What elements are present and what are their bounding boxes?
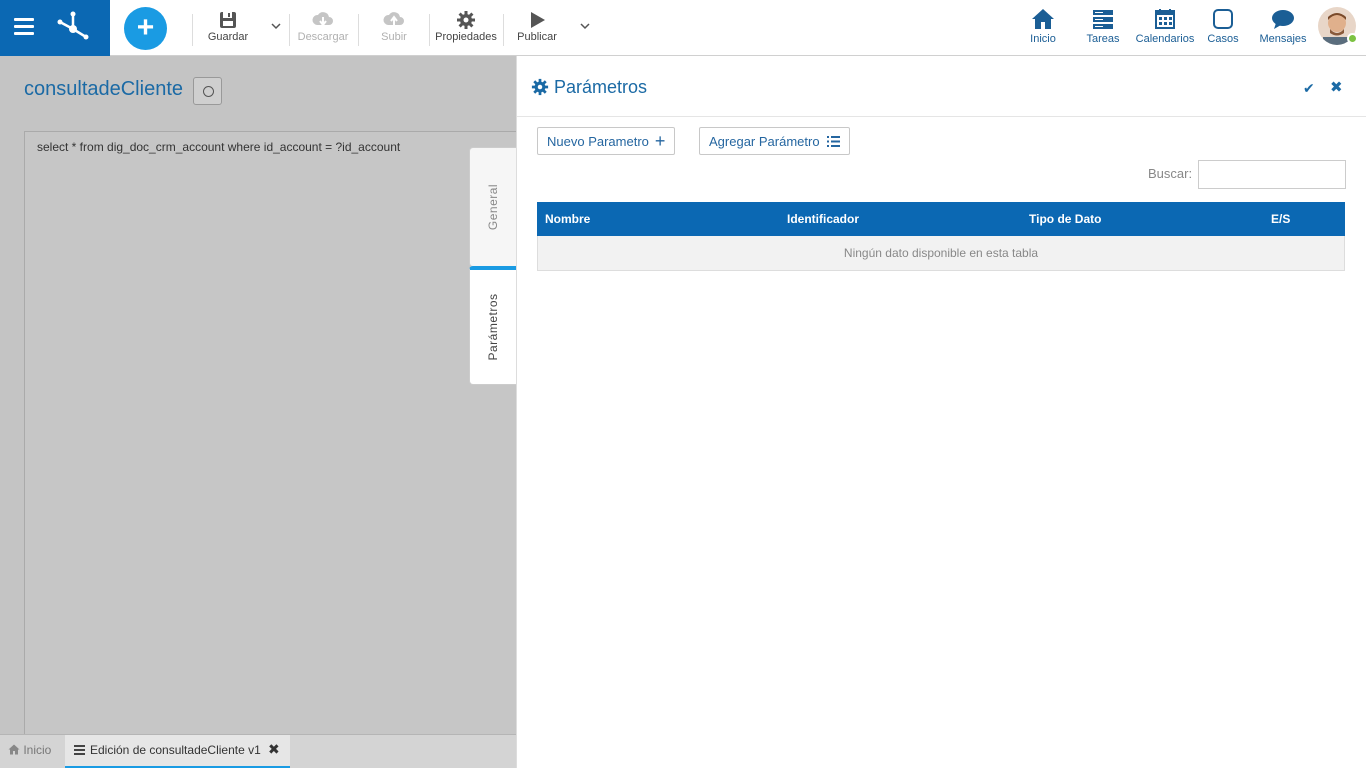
tasks-icon [1093, 10, 1113, 29]
empty-table-message: Ningún dato disponible en esta tabla [843, 246, 1039, 260]
close-tab-icon[interactable]: ✖ [268, 741, 280, 758]
parameters-table: Nombre Identificador Tipo de Dato E/S Ni… [537, 202, 1345, 271]
nav-casos-label: Casos [1207, 33, 1239, 45]
nav-inicio-label: Inicio [1030, 33, 1056, 45]
close-icon[interactable]: ✖ [1330, 78, 1343, 96]
subir-button[interactable]: Subir [375, 9, 413, 49]
query-editor[interactable]: select * from dig_doc_crm_account where … [24, 131, 516, 736]
nuevo-parametro-button[interactable]: Nuevo Parametro + [537, 127, 676, 155]
nav-calendarios-label: Calendarios [1135, 33, 1195, 45]
bottom-tab-edit[interactable]: Edición de consultadeCliente v1 ✖ [65, 735, 290, 768]
guardar-button[interactable]: Guardar [205, 9, 251, 49]
guardar-label: Guardar [207, 31, 249, 43]
nav-tareas-label: Tareas [1086, 33, 1120, 45]
bottom-tab-bar: Inicio Edición de consultadeCliente v1 ✖ [0, 734, 516, 768]
nav-calendarios[interactable]: Calendarios [1134, 8, 1196, 45]
cloud-upload-icon [383, 12, 404, 25]
search-label: Buscar: [1148, 166, 1193, 181]
chat-bubble-icon [1272, 10, 1294, 29]
column-header-es[interactable]: E/S [1271, 212, 1290, 226]
nav-mensajes-label: Mensajes [1259, 33, 1307, 45]
app-logo-icon[interactable] [56, 10, 90, 44]
tab-general-label: General [486, 183, 500, 231]
query-text: select * from dig_doc_crm_account where … [37, 140, 401, 154]
document-title: consultadeCliente [24, 78, 183, 100]
hamburger-menu-icon[interactable] [14, 18, 34, 36]
save-icon [220, 12, 236, 28]
chevron-down-icon[interactable] [579, 20, 591, 32]
toolbar-divider [429, 14, 430, 46]
search-input[interactable] [1198, 160, 1346, 189]
online-status-badge [1347, 33, 1358, 44]
list-icon [74, 745, 85, 755]
plus-icon: + [654, 131, 666, 151]
check-icon[interactable]: ✔ [1303, 80, 1315, 97]
case-icon [1213, 9, 1233, 29]
publicar-label: Publicar [517, 31, 557, 43]
gear-icon [531, 78, 549, 96]
panel-header: Parámetros ✔ ✖ [517, 56, 1366, 117]
toolbar-divider [289, 14, 290, 46]
nuevo-parametro-label: Nuevo Parametro [547, 134, 649, 149]
toolbar-divider [503, 14, 504, 46]
nav-mensajes[interactable]: Mensajes [1258, 8, 1308, 45]
column-header-identificador[interactable]: Identificador [787, 212, 859, 226]
list-icon [827, 136, 841, 147]
add-button[interactable]: + [124, 7, 167, 50]
descargar-label: Descargar [297, 31, 349, 43]
toolbar-divider [358, 14, 359, 46]
nav-tareas[interactable]: Tareas [1084, 8, 1122, 45]
table-header: Nombre Identificador Tipo de Dato E/S [537, 202, 1345, 236]
tab-parametros[interactable]: Parámetros [469, 266, 516, 385]
propiedades-label: Propiedades [435, 31, 497, 43]
publicar-button[interactable]: Publicar [514, 9, 560, 49]
nav-casos[interactable]: Casos [1206, 8, 1240, 45]
subir-label: Subir [381, 31, 407, 43]
tab-general[interactable]: General [469, 147, 516, 267]
bottom-tab-home-label: Inicio [23, 743, 52, 757]
tab-parametros-label: Parámetros [486, 293, 500, 361]
home-icon [1032, 9, 1054, 29]
parametros-panel: Parámetros ✔ ✖ Nuevo Parametro + Agregar … [516, 56, 1366, 768]
propiedades-button[interactable]: Propiedades [433, 9, 499, 49]
bottom-tab-edit-label: Edición de consultadeCliente v1 [90, 743, 261, 757]
cloud-download-icon [312, 12, 333, 27]
bottom-tab-home[interactable]: Inicio [8, 743, 51, 757]
status-toggle-button[interactable] [193, 77, 222, 105]
nav-inicio[interactable]: Inicio [1026, 8, 1060, 45]
gear-icon [457, 11, 475, 29]
agregar-parametro-label: Agregar Parámetro [709, 134, 820, 149]
agregar-parametro-button[interactable]: Agregar Parámetro [699, 127, 851, 155]
chevron-down-icon[interactable] [270, 20, 282, 32]
play-icon [531, 12, 545, 28]
panel-title: Parámetros [554, 77, 648, 97]
calendar-icon [1155, 9, 1175, 29]
descargar-button[interactable]: Descargar [296, 9, 350, 49]
toolbar-divider [192, 14, 193, 46]
column-header-tipo-de-dato[interactable]: Tipo de Dato [1029, 212, 1101, 226]
home-icon [8, 744, 20, 755]
menu-block [0, 0, 110, 56]
table-row: Ningún dato disponible en esta tabla [537, 236, 1345, 271]
column-header-nombre[interactable]: Nombre [545, 212, 590, 226]
top-bar: + Guardar Descargar Subir Propiedades Pu… [0, 0, 1366, 56]
